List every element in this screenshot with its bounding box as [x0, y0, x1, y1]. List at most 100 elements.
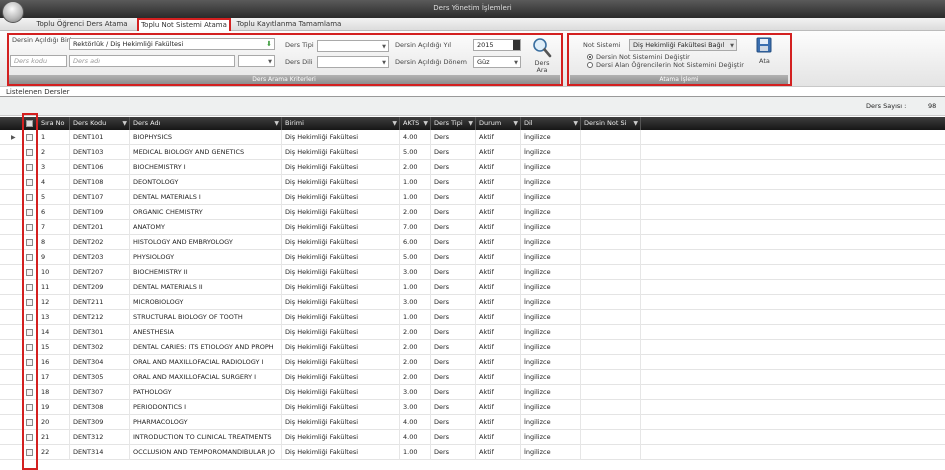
cell-ders-kodu: DENT301: [70, 325, 130, 340]
cell-sira-no: 8: [38, 235, 70, 250]
table-row[interactable]: 13 DENT212 STRUCTURAL BIOLOGY OF TOOTH Diş …: [0, 310, 945, 325]
cell-ders-kodu: DENT109: [70, 205, 130, 220]
cell-sira-no: 19: [38, 400, 70, 415]
filter-icon[interactable]: ▼: [633, 117, 638, 130]
cell-dil: İngilizce: [521, 220, 581, 235]
filter-icon[interactable]: ▼: [122, 117, 127, 130]
col-label: Dil: [524, 119, 533, 127]
filter-icon[interactable]: ▼: [573, 117, 578, 130]
cell-birimi: Diş Hekimliği Fakültesi: [282, 445, 400, 460]
col-ders-kodu[interactable]: Ders Kodu ▼: [70, 117, 130, 130]
table-row[interactable]: 18 DENT307 PATHOLOGY Diş Hekimliği Fakültes…: [0, 385, 945, 400]
cell-ders-adi: STRUCTURAL BIOLOGY OF TOOTH: [130, 310, 282, 325]
cell-birimi: Diş Hekimliği Fakültesi: [282, 220, 400, 235]
table-row[interactable]: 11 DENT209 DENTAL MATERIALS II Diş Hekimliğ…: [0, 280, 945, 295]
cell-dil: İngilizce: [521, 370, 581, 385]
col-ders-adi[interactable]: Ders Adı ▼: [130, 117, 282, 130]
cell-ders-adi: ORAL AND MAXILLOFACIAL SURGERY I: [130, 370, 282, 385]
table-row[interactable]: 12 DENT211 MICROBIOLOGY Diş Hekimliği Fakül…: [0, 295, 945, 310]
table-row[interactable]: 4 DENT108 DEONTOLOGY Diş Hekimliği Fakültes…: [0, 175, 945, 190]
current-row-arrow-icon: ▶: [11, 134, 16, 141]
filter-icon[interactable]: ▼: [468, 117, 473, 130]
table-row[interactable]: 16 DENT304 ORAL AND MAXILLOFACIAL RADIOLOG…: [0, 355, 945, 370]
cell-durum: Aktif: [476, 445, 521, 460]
cell-durum: Aktif: [476, 205, 521, 220]
cell-not-sistemi: [581, 265, 641, 280]
cell-dil: İngilizce: [521, 355, 581, 370]
table-row[interactable]: 9 DENT203 PHYSIOLOGY Diş Hekimliği Fakültes…: [0, 250, 945, 265]
tab-toplu-kayitlanma-tamamlama[interactable]: Toplu Kayıtlanma Tamamlama: [234, 19, 344, 31]
cell-birimi: Diş Hekimliği Fakültesi: [282, 325, 400, 340]
cell-akts: 5.00: [400, 250, 431, 265]
table-row[interactable]: 3 DENT106 BIOCHEMISTRY I Diş Hekimliği Fakü…: [0, 160, 945, 175]
table-row[interactable]: 21 DENT312 INTRODUCTION TO CLINICAL TREATM…: [0, 430, 945, 445]
cell-birimi: Diş Hekimliği Fakültesi: [282, 250, 400, 265]
filter-icon[interactable]: ▼: [423, 117, 428, 130]
cell-sira-no: 21: [38, 430, 70, 445]
col-sira-no[interactable]: Sıra No: [38, 117, 70, 130]
col-not-sistemi[interactable]: Dersin Not Si ▼: [581, 117, 641, 130]
col-label: Birimi: [285, 119, 304, 127]
col-label: Ders Kodu: [73, 119, 107, 127]
table-row[interactable]: 15 DENT302 DENTAL CARIES: ITS ETIOLOGY AND…: [0, 340, 945, 355]
table-row[interactable]: 2 DENT103 MEDICAL BIOLOGY AND GENETICS Diş …: [0, 145, 945, 160]
cell-ders-kodu: DENT201: [70, 220, 130, 235]
table-row[interactable]: ▶ 1 DENT101 BIOPHYSICS Diş Hekimliği Fakülte…: [0, 130, 945, 145]
tab-label: Toplu Öğrenci Ders Atama: [36, 20, 128, 28]
cell-dil: İngilizce: [521, 265, 581, 280]
cell-akts: 6.00: [400, 235, 431, 250]
table-row[interactable]: 6 DENT109 ORGANIC CHEMISTRY Diş Hekimliği F…: [0, 205, 945, 220]
cell-dil: İngilizce: [521, 175, 581, 190]
app-menu-orb[interactable]: [2, 1, 24, 23]
checkbox-column-highlight: [22, 113, 38, 470]
table-row[interactable]: 22 DENT314 OCCLUSION AND TEMPOROMANDIBULAR…: [0, 445, 945, 460]
cell-not-sistemi: [581, 430, 641, 445]
cell-sira-no: 6: [38, 205, 70, 220]
cell-dil: İngilizce: [521, 325, 581, 340]
cell-ders-tipi: Ders: [431, 385, 476, 400]
cell-birimi: Diş Hekimliği Fakültesi: [282, 355, 400, 370]
tab-toplu-ogrenci-ders-atama[interactable]: Toplu Öğrenci Ders Atama: [30, 19, 134, 31]
table-row[interactable]: 8 DENT202 HISTOLOGY AND EMBRYOLOGY Diş Heki…: [0, 235, 945, 250]
filter-icon[interactable]: ▼: [392, 117, 397, 130]
col-dil[interactable]: Dil ▼: [521, 117, 581, 130]
cell-durum: Aktif: [476, 130, 521, 145]
filter-icon[interactable]: ▼: [513, 117, 518, 130]
cell-dil: İngilizce: [521, 145, 581, 160]
filter-icon[interactable]: ▼: [274, 117, 279, 130]
col-birimi[interactable]: Birimi ▼: [282, 117, 400, 130]
cell-ders-kodu: DENT312: [70, 430, 130, 445]
cell-not-sistemi: [581, 370, 641, 385]
cell-birimi: Diş Hekimliği Fakültesi: [282, 310, 400, 325]
cell-ders-adi: PATHOLOGY: [130, 385, 282, 400]
cell-ders-tipi: Ders: [431, 325, 476, 340]
cell-durum: Aktif: [476, 160, 521, 175]
col-ders-tipi[interactable]: Ders Tipi ▼: [431, 117, 476, 130]
table-row[interactable]: 20 DENT309 PHARMACOLOGY Diş Hekimliği Fakül…: [0, 415, 945, 430]
cell-dil: İngilizce: [521, 160, 581, 175]
table-row[interactable]: 17 DENT305 ORAL AND MAXILLOFACIAL SURGERY …: [0, 370, 945, 385]
cell-sira-no: 5: [38, 190, 70, 205]
cell-sira-no: 14: [38, 325, 70, 340]
table-row[interactable]: 5 DENT107 DENTAL MATERIALS I Diş Hekimliği …: [0, 190, 945, 205]
cell-durum: Aktif: [476, 250, 521, 265]
col-label: Durum: [479, 119, 502, 127]
cell-dil: İngilizce: [521, 295, 581, 310]
cell-not-sistemi: [581, 325, 641, 340]
grid-header: Sıra No Ders Kodu ▼ Ders Adı ▼ Birimi ▼ AKT…: [0, 117, 945, 130]
cell-ders-kodu: DENT207: [70, 265, 130, 280]
cell-birimi: Diş Hekimliği Fakültesi: [282, 385, 400, 400]
cell-birimi: Diş Hekimliği Fakültesi: [282, 430, 400, 445]
table-row[interactable]: 7 DENT201 ANATOMY Diş Hekimliği Fakültesi 7.…: [0, 220, 945, 235]
col-durum[interactable]: Durum ▼: [476, 117, 521, 130]
cell-dil: İngilizce: [521, 400, 581, 415]
cell-durum: Aktif: [476, 370, 521, 385]
cell-akts: 2.00: [400, 325, 431, 340]
cell-ders-tipi: Ders: [431, 310, 476, 325]
col-akts[interactable]: AKTS ▼: [400, 117, 431, 130]
table-row[interactable]: 14 DENT301 ANESTHESIA Diş Hekimliği Fakülte…: [0, 325, 945, 340]
cell-not-sistemi: [581, 295, 641, 310]
cell-akts: 4.00: [400, 430, 431, 445]
table-row[interactable]: 10 DENT207 BIOCHEMISTRY II Diş Hekimliği Fa…: [0, 265, 945, 280]
table-row[interactable]: 19 DENT308 PERIODONTICS I Diş Hekimliği Fak…: [0, 400, 945, 415]
